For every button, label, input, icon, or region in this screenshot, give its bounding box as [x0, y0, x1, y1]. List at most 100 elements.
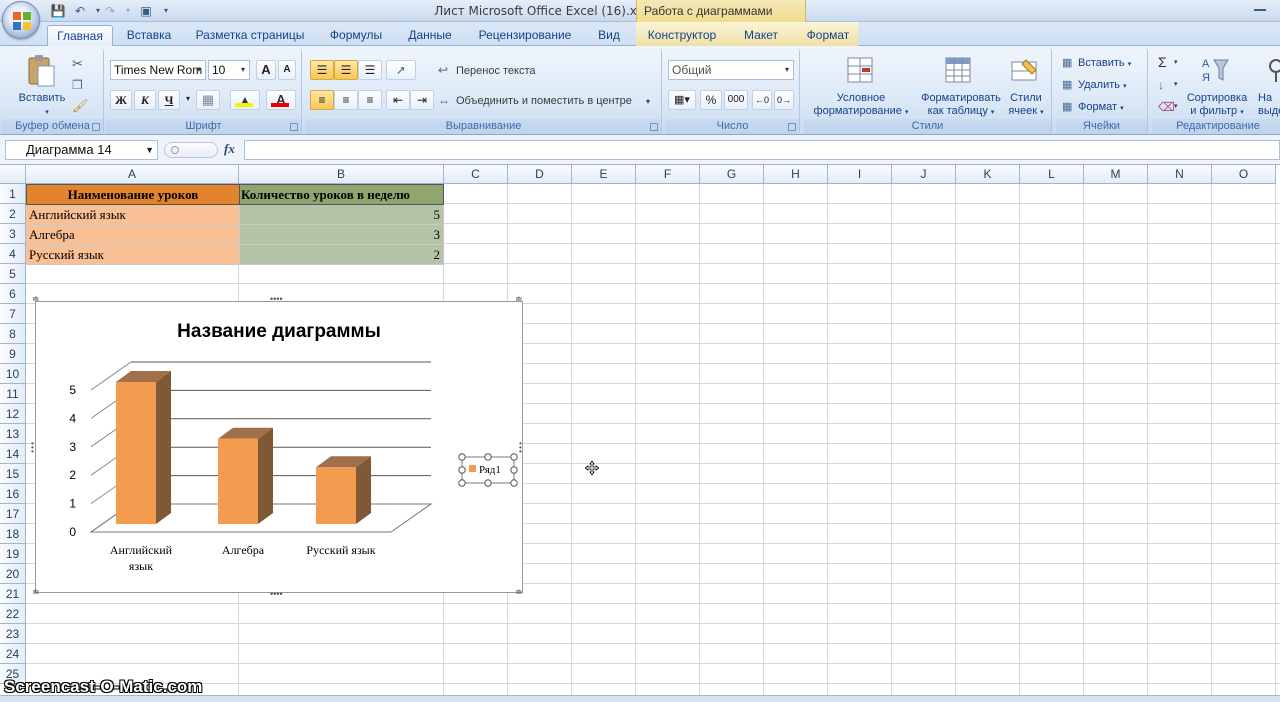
italic-button[interactable]: К: [134, 90, 156, 110]
cell-styles-icon[interactable]: [1010, 56, 1040, 86]
underline-button[interactable]: Ч: [158, 90, 180, 110]
conditional-format-icon[interactable]: [846, 56, 876, 86]
find-select-line2[interactable]: выде: [1258, 105, 1280, 118]
row-header-4[interactable]: 4: [0, 244, 26, 264]
chart-handle-bottom[interactable]: ••••: [270, 590, 283, 599]
underline-dropdown-icon[interactable]: ▾: [182, 90, 194, 110]
row-header-18[interactable]: 18: [0, 524, 26, 544]
find-select-line1[interactable]: На: [1258, 92, 1280, 105]
delete-cells-dropdown-icon[interactable]: ▾: [1123, 83, 1127, 90]
cell-a4[interactable]: Русский язык: [26, 245, 240, 265]
align-left-icon[interactable]: ≡: [310, 90, 334, 110]
grow-font-button[interactable]: A: [256, 60, 276, 80]
percent-button[interactable]: %: [700, 90, 722, 110]
sort-filter-icon[interactable]: AЯ: [1200, 54, 1230, 86]
conditional-format-line2[interactable]: форматирование: [814, 105, 902, 117]
wrap-text-button[interactable]: Перенос текста: [456, 65, 536, 78]
chart-title[interactable]: Название диаграммы: [177, 321, 381, 342]
row-header-19[interactable]: 19: [0, 544, 26, 564]
number-format-combo[interactable]: Общий ▾: [668, 60, 794, 80]
clear-dropdown-icon[interactable]: ▾: [1174, 102, 1178, 110]
fill-icon[interactable]: ↓: [1158, 78, 1164, 92]
chart-handle-br[interactable]: ≐: [515, 588, 523, 597]
format-painter-icon[interactable]: 🖌: [72, 98, 89, 114]
column-header-j[interactable]: J: [892, 165, 956, 184]
column-header-n[interactable]: N: [1148, 165, 1212, 184]
cell-styles-line2[interactable]: ячеек: [1008, 105, 1037, 117]
tab-data[interactable]: Данные: [400, 25, 460, 46]
row-header-7[interactable]: 7: [0, 304, 26, 324]
orientation-icon[interactable]: ➚: [386, 60, 416, 80]
cell-a3[interactable]: Алгебра: [26, 225, 240, 245]
chart-handle-tr[interactable]: ≐: [515, 295, 523, 304]
merge-center-button[interactable]: Объединить и поместить в центре: [456, 95, 632, 108]
paste-button[interactable]: Вставить: [16, 92, 68, 105]
row-header-20[interactable]: 20: [0, 564, 26, 584]
format-as-table-dropdown-icon[interactable]: ▾: [991, 109, 995, 116]
number-launcher-icon[interactable]: [788, 123, 796, 131]
cell-styles-dropdown-icon[interactable]: ▾: [1040, 109, 1044, 116]
tab-home[interactable]: Главная: [47, 25, 113, 46]
cut-icon[interactable]: ✂: [72, 56, 83, 72]
column-header-o[interactable]: O: [1212, 165, 1276, 184]
column-header-k[interactable]: K: [956, 165, 1020, 184]
increase-decimal-icon[interactable]: ←0: [752, 90, 772, 110]
cell-b2[interactable]: 5: [240, 205, 444, 225]
chart-object[interactable]: Название диаграммы 0 1 2 3 4 5 Английский язык А…: [35, 301, 523, 593]
align-right-icon[interactable]: ≡: [358, 90, 382, 110]
format-as-table-icon[interactable]: [944, 56, 974, 86]
align-middle-icon[interactable]: ☰: [334, 60, 358, 80]
row-header-2[interactable]: 2: [0, 204, 26, 224]
paste-dropdown-icon[interactable]: ▾: [42, 106, 52, 119]
align-bottom-icon[interactable]: ☰: [358, 60, 382, 80]
tab-chart-design[interactable]: Конструктор: [641, 25, 723, 46]
format-as-table-line2[interactable]: как таблицу: [928, 105, 988, 117]
chart-handle-bl[interactable]: ≐: [32, 588, 40, 597]
column-header-e[interactable]: E: [572, 165, 636, 184]
column-header-a[interactable]: A: [26, 165, 239, 184]
format-cells-icon[interactable]: ▦: [1062, 100, 1072, 113]
row-header-14[interactable]: 14: [0, 444, 26, 464]
row-header-9[interactable]: 9: [0, 344, 26, 364]
column-header-i[interactable]: I: [828, 165, 892, 184]
sort-filter-line2[interactable]: и фильтр: [1190, 105, 1237, 117]
row-header-3[interactable]: 3: [0, 224, 26, 244]
font-color-icon[interactable]: A: [266, 90, 296, 110]
fill-dropdown-icon[interactable]: ▾: [1174, 80, 1178, 88]
autosum-dropdown-icon[interactable]: ▾: [1174, 58, 1178, 66]
sort-filter-line1[interactable]: Сортировка: [1182, 92, 1252, 105]
align-top-icon[interactable]: ☰: [310, 60, 334, 80]
borders-icon[interactable]: ▦: [196, 90, 220, 110]
font-launcher-icon[interactable]: [290, 123, 298, 131]
chart-legend[interactable]: Ряд1: [458, 453, 518, 487]
row-header-22[interactable]: 22: [0, 604, 26, 624]
column-header-m[interactable]: M: [1084, 165, 1148, 184]
chart-handle-left[interactable]: • • •: [31, 440, 34, 456]
chart-handle-tl[interactable]: ≐: [32, 295, 40, 304]
insert-cells-dropdown-icon[interactable]: ▾: [1128, 61, 1132, 68]
clear-icon[interactable]: ⌫: [1158, 100, 1175, 114]
decrease-indent-icon[interactable]: ⇤: [386, 90, 410, 110]
copy-icon[interactable]: ❐: [72, 78, 83, 92]
row-header-23[interactable]: 23: [0, 624, 26, 644]
bold-button[interactable]: Ж: [110, 90, 132, 110]
tab-insert[interactable]: Вставка: [120, 25, 178, 46]
column-header-l[interactable]: L: [1020, 165, 1084, 184]
plot-area[interactable]: 0 1 2 3 4 5 Английский язык Алгебра Русский язык: [69, 361, 433, 573]
wrap-text-icon[interactable]: ↩: [438, 63, 448, 77]
row-header-16[interactable]: 16: [0, 484, 26, 504]
merge-dropdown-icon[interactable]: ▾: [646, 95, 650, 108]
column-header-d[interactable]: D: [508, 165, 572, 184]
tab-chart-layout[interactable]: Макет: [735, 25, 787, 46]
row-header-11[interactable]: 11: [0, 384, 26, 404]
clipboard-launcher-icon[interactable]: [92, 123, 100, 131]
format-cells-dropdown-icon[interactable]: ▾: [1120, 105, 1124, 112]
delete-cells-button[interactable]: Удалить: [1078, 79, 1120, 91]
row-header-6[interactable]: 6: [0, 284, 26, 304]
insert-cells-button[interactable]: Вставить: [1078, 57, 1125, 69]
delete-cells-icon[interactable]: ▦: [1062, 78, 1072, 91]
select-all-corner[interactable]: [0, 165, 26, 184]
formula-toggle-icon[interactable]: [164, 142, 218, 158]
fill-color-icon[interactable]: ▲: [230, 90, 260, 110]
tab-formulas[interactable]: Формулы: [322, 25, 390, 46]
